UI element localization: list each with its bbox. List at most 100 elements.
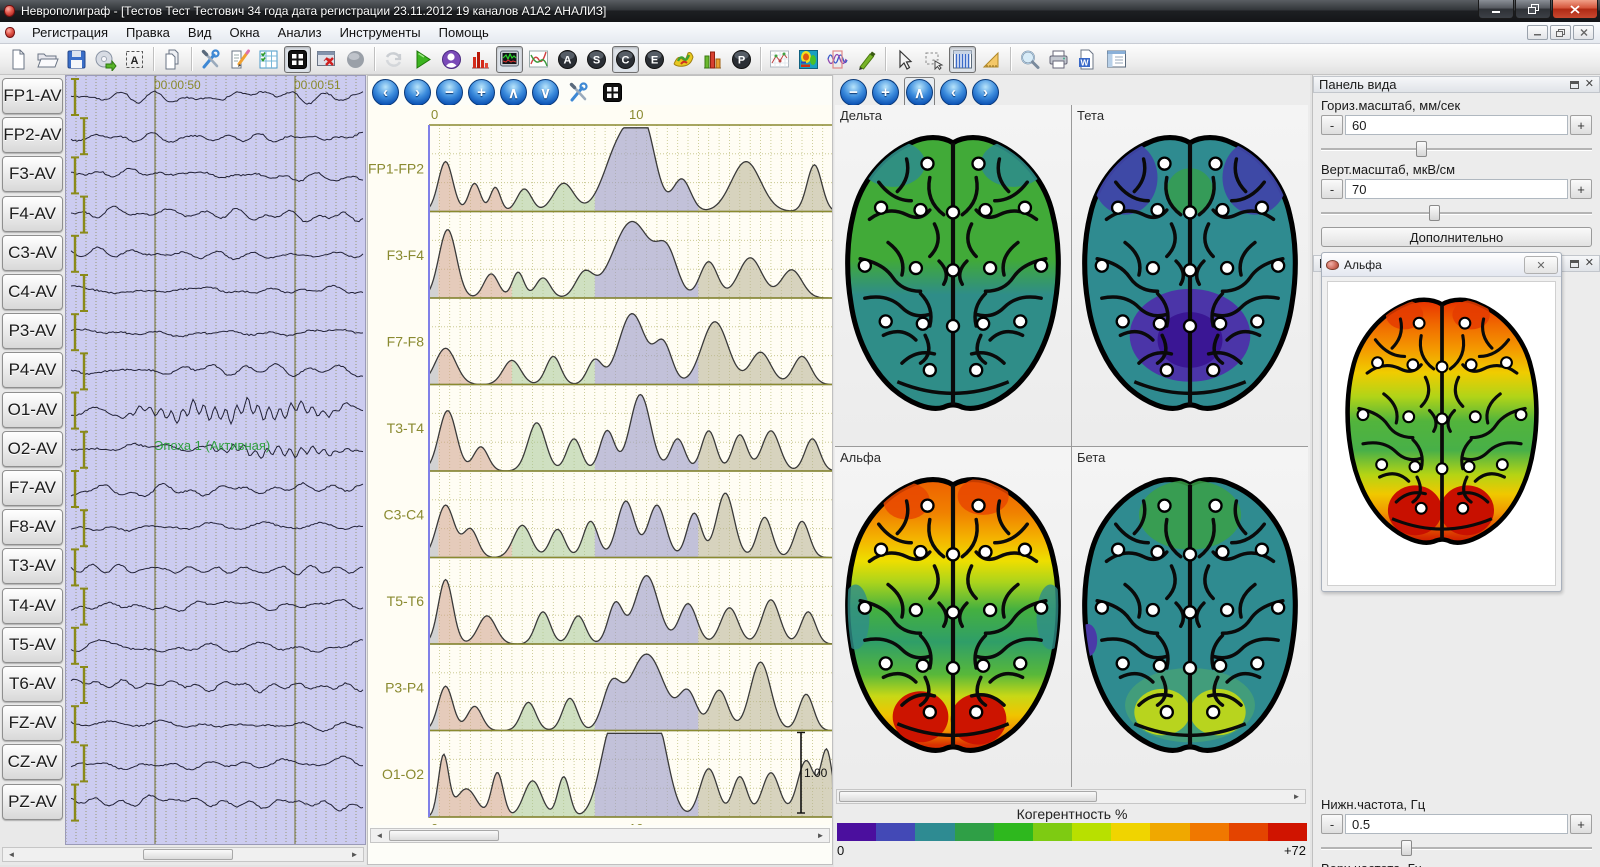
- scroll-left-button[interactable]: ‹: [372, 79, 399, 106]
- bar-chart-icon[interactable]: [699, 46, 726, 73]
- vert-scale-slider[interactable]: [1321, 205, 1592, 221]
- lasso-icon[interactable]: [920, 46, 947, 73]
- channel-button-T3-AV[interactable]: T3-AV: [2, 548, 63, 584]
- reload-icon[interactable]: [380, 46, 407, 73]
- scroll-right-button[interactable]: ›: [404, 79, 431, 106]
- more-button[interactable]: Дополнительно: [1321, 227, 1592, 247]
- coherence-waves-icon[interactable]: [824, 46, 851, 73]
- zoom-out-button[interactable]: −: [840, 79, 867, 106]
- panel-view-icon[interactable]: [1103, 46, 1130, 73]
- channel-button-T5-AV[interactable]: T5-AV: [2, 627, 63, 663]
- map-quadrant-beta[interactable]: Бета: [1072, 447, 1308, 788]
- channel-button-FP1-AV[interactable]: FP1-AV: [2, 78, 63, 114]
- scroll-up-button[interactable]: ∧: [500, 79, 527, 106]
- print-icon[interactable]: [1045, 46, 1072, 73]
- close-button[interactable]: [1552, 0, 1598, 19]
- zoom-in-button[interactable]: +: [468, 79, 495, 106]
- close-button[interactable]: ✕: [1524, 256, 1558, 274]
- eeg-horizontal-scrollbar[interactable]: ◄ ►: [2, 847, 364, 862]
- close-window-icon[interactable]: [313, 46, 340, 73]
- new-document-icon[interactable]: [5, 46, 32, 73]
- vert-scale-value[interactable]: 70: [1345, 179, 1568, 199]
- channel-button-C3-AV[interactable]: C3-AV: [2, 235, 63, 271]
- circle-e-icon[interactable]: E: [641, 46, 668, 73]
- channel-button-F3-AV[interactable]: F3-AV: [2, 156, 63, 192]
- scroll-right-arrow[interactable]: ►: [813, 830, 828, 841]
- mdi-restore-button[interactable]: [1550, 25, 1571, 40]
- channel-button-F7-AV[interactable]: F7-AV: [2, 470, 63, 506]
- menu-item-Инструменты[interactable]: Инструменты: [331, 23, 430, 42]
- menu-item-Правка[interactable]: Правка: [117, 23, 179, 42]
- ruler-icon[interactable]: [978, 46, 1005, 73]
- channel-button-O1-AV[interactable]: O1-AV: [2, 392, 63, 428]
- channel-button-O2-AV[interactable]: O2-AV: [2, 431, 63, 467]
- channel-button-P3-AV[interactable]: P3-AV: [2, 313, 63, 349]
- horiz-scale-value[interactable]: 60: [1345, 115, 1568, 135]
- channel-button-F8-AV[interactable]: F8-AV: [2, 509, 63, 545]
- menu-item-Помощь[interactable]: Помощь: [430, 23, 498, 42]
- eeg-trace-area[interactable]: 00:00:50 00:00:51 Эпоха 1 (Активная): [65, 75, 366, 845]
- circle-p-icon[interactable]: P: [728, 46, 755, 73]
- export-cd-icon[interactable]: [92, 46, 119, 73]
- low-freq-slider[interactable]: [1321, 840, 1592, 856]
- increment-button[interactable]: +: [1570, 115, 1592, 135]
- map-quadrant-theta[interactable]: Тета: [1072, 105, 1308, 446]
- grid-icon[interactable]: [598, 78, 627, 107]
- grid-montage-icon[interactable]: [284, 46, 311, 73]
- channel-button-F4-AV[interactable]: F4-AV: [2, 196, 63, 232]
- restore-button[interactable]: [1515, 0, 1551, 19]
- copy-pages-icon[interactable]: [159, 46, 186, 73]
- curves-icon[interactable]: [525, 46, 552, 73]
- open-folder-icon[interactable]: [34, 46, 61, 73]
- scroll-left-button[interactable]: ‹: [940, 79, 967, 106]
- minimize-button[interactable]: [1478, 0, 1514, 19]
- maps-horizontal-scrollbar[interactable]: ►: [836, 789, 1306, 804]
- zoom-preview-icon[interactable]: [1016, 46, 1043, 73]
- map-3d-icon[interactable]: [670, 46, 697, 73]
- close-icon[interactable]: ✕: [1585, 79, 1594, 90]
- select-area-icon[interactable]: A: [121, 46, 148, 73]
- play-icon[interactable]: [409, 46, 436, 73]
- scroll-left-arrow[interactable]: ◄: [372, 830, 387, 841]
- low-freq-value[interactable]: 0.5: [1345, 814, 1568, 834]
- dot-chart-icon[interactable]: [766, 46, 793, 73]
- menu-item-Вид[interactable]: Вид: [179, 23, 221, 42]
- channel-button-T6-AV[interactable]: T6-AV: [2, 666, 63, 702]
- spectral-chart[interactable]: FP1-FP2F3-F4F7-F8T3-T4C3-C4T5-T6P3-P4O1-…: [368, 105, 832, 825]
- scroll-right-button[interactable]: ›: [972, 79, 999, 106]
- scrollbar-thumb[interactable]: [839, 791, 1097, 802]
- horiz-scale-slider[interactable]: [1321, 141, 1592, 157]
- column-table-icon[interactable]: [949, 46, 976, 73]
- increment-button[interactable]: +: [1570, 814, 1592, 834]
- scroll-left-arrow[interactable]: ◄: [4, 849, 19, 860]
- tools-icon[interactable]: [564, 78, 593, 107]
- save-icon[interactable]: [63, 46, 90, 73]
- eeg-monitor-icon[interactable]: [496, 46, 523, 73]
- channel-button-PZ-AV[interactable]: PZ-AV: [2, 784, 63, 820]
- scrollbar-thumb[interactable]: [389, 830, 499, 841]
- decrement-button[interactable]: -: [1321, 179, 1343, 199]
- alpha-window-titlebar[interactable]: Альфа ✕: [1322, 253, 1561, 277]
- table-check-icon[interactable]: [255, 46, 282, 73]
- circle-c-icon[interactable]: C: [612, 46, 639, 73]
- menu-item-Регистрация[interactable]: Регистрация: [23, 23, 117, 42]
- scroll-down-button[interactable]: ∨: [532, 79, 559, 106]
- histogram-icon[interactable]: [467, 46, 494, 73]
- word-export-icon[interactable]: W: [1074, 46, 1101, 73]
- decrement-button[interactable]: -: [1321, 814, 1343, 834]
- channel-button-CZ-AV[interactable]: CZ-AV: [2, 744, 63, 780]
- map-quadrant-delta[interactable]: Дельта: [835, 105, 1071, 446]
- map-quadrant-alpha[interactable]: Альфа: [835, 447, 1071, 788]
- cursor-icon[interactable]: [891, 46, 918, 73]
- mdi-close-button[interactable]: [1573, 25, 1594, 40]
- edit-protocol-icon[interactable]: [226, 46, 253, 73]
- channel-button-FZ-AV[interactable]: FZ-AV: [2, 705, 63, 741]
- marker-pen-icon[interactable]: [853, 46, 880, 73]
- channel-button-P4-AV[interactable]: P4-AV: [2, 352, 63, 388]
- mdi-minimize-button[interactable]: [1527, 25, 1548, 40]
- channel-button-FP2-AV[interactable]: FP2-AV: [2, 117, 63, 153]
- increment-button[interactable]: +: [1570, 179, 1592, 199]
- spectral-horizontal-scrollbar[interactable]: ◄ ►: [370, 828, 830, 843]
- channel-button-C4-AV[interactable]: C4-AV: [2, 274, 63, 310]
- zoom-out-button[interactable]: −: [436, 79, 463, 106]
